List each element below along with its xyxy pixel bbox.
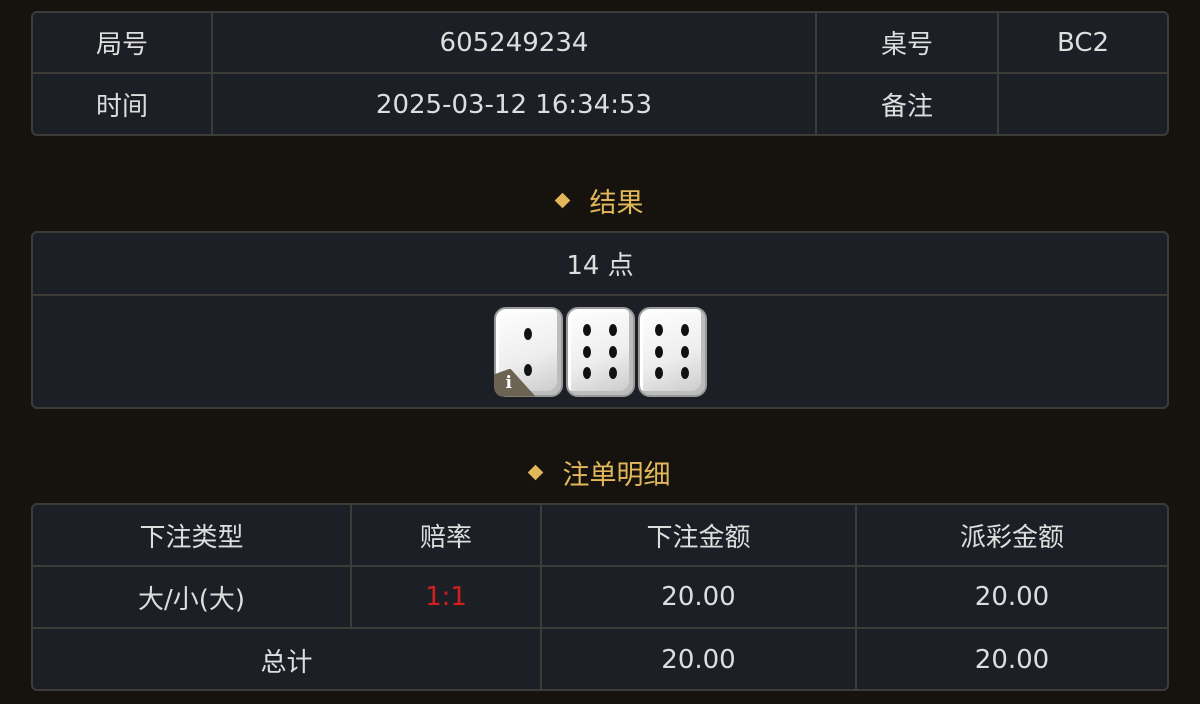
bet-payout: 20.00 [974,582,1050,612]
table-number-label: 桌号 [817,13,999,72]
result-title-text: 结果 [589,187,644,219]
die-pip [609,367,617,379]
die-pip [583,367,591,379]
die-pip [524,364,532,377]
die-pip [583,324,591,336]
round-number-value: 605249234 [213,13,817,72]
table-row: 大/小(大) 1:1 20.00 20.00 [33,567,1167,629]
total-label: 总计 [33,629,542,689]
result-points-row: 14 点 [33,233,1167,296]
bet-details-table: 下注类型 赔率 下注金额 派彩金额 大/小(大) 1:1 20.00 20.00… [31,503,1169,691]
header-payout-amount: 派彩金额 [959,522,1064,553]
result-points: 14 点 [566,251,634,281]
result-dice-row: i [33,296,1167,407]
round-info-table: 局号 605249234 桌号 BC2 时间 2025-03-12 16:34:… [31,11,1169,136]
total-row: 总计 20.00 20.00 [33,629,1167,689]
die-pip [524,328,532,341]
bet-amount: 20.00 [542,567,857,627]
total-payout-amount: 20.00 [974,645,1050,675]
round-info-row-1: 局号 605249234 桌号 BC2 [33,13,1167,74]
die-pip [609,324,617,336]
time-value: 2025-03-12 16:34:53 [213,74,817,134]
result-section-title: 结果 [0,180,1200,220]
diamond-icon [527,464,543,480]
round-number-label: 局号 [33,13,213,72]
die-pip [655,345,663,358]
dice-group: i [493,306,707,397]
die-pip [609,345,617,358]
info-icon-glyph: i [505,372,512,393]
round-info-row-2: 时间 2025-03-12 16:34:53 备注 [33,74,1167,134]
header-odds: 赔率 [352,505,542,565]
note-label: 备注 [817,74,999,134]
total-bet-amount: 20.00 [542,629,857,689]
bets-title-text: 注单明细 [562,459,671,491]
bet-odds: 1:1 [352,567,542,627]
bets-section-title: 注单明细 [0,452,1200,492]
table-number-value: BC2 [1056,27,1110,58]
die-pip [681,324,689,336]
die-face-2: i [493,306,563,397]
header-bet-type: 下注类型 [33,505,352,565]
die-face-6 [565,306,635,397]
diamond-icon [554,192,570,208]
bet-type: 大/小(大) [33,567,352,627]
result-table: 14 点 i [31,231,1169,409]
die-pip [583,345,591,358]
time-label: 时间 [33,74,213,134]
bet-header-row: 下注类型 赔率 下注金额 派彩金额 [33,505,1167,567]
header-bet-amount: 下注金额 [542,505,857,565]
die-pip [655,367,663,379]
die-pip [681,367,689,379]
note-value [999,74,1167,134]
die-pip [655,324,663,336]
die-face-6 [637,306,707,397]
die-pip [681,345,689,358]
